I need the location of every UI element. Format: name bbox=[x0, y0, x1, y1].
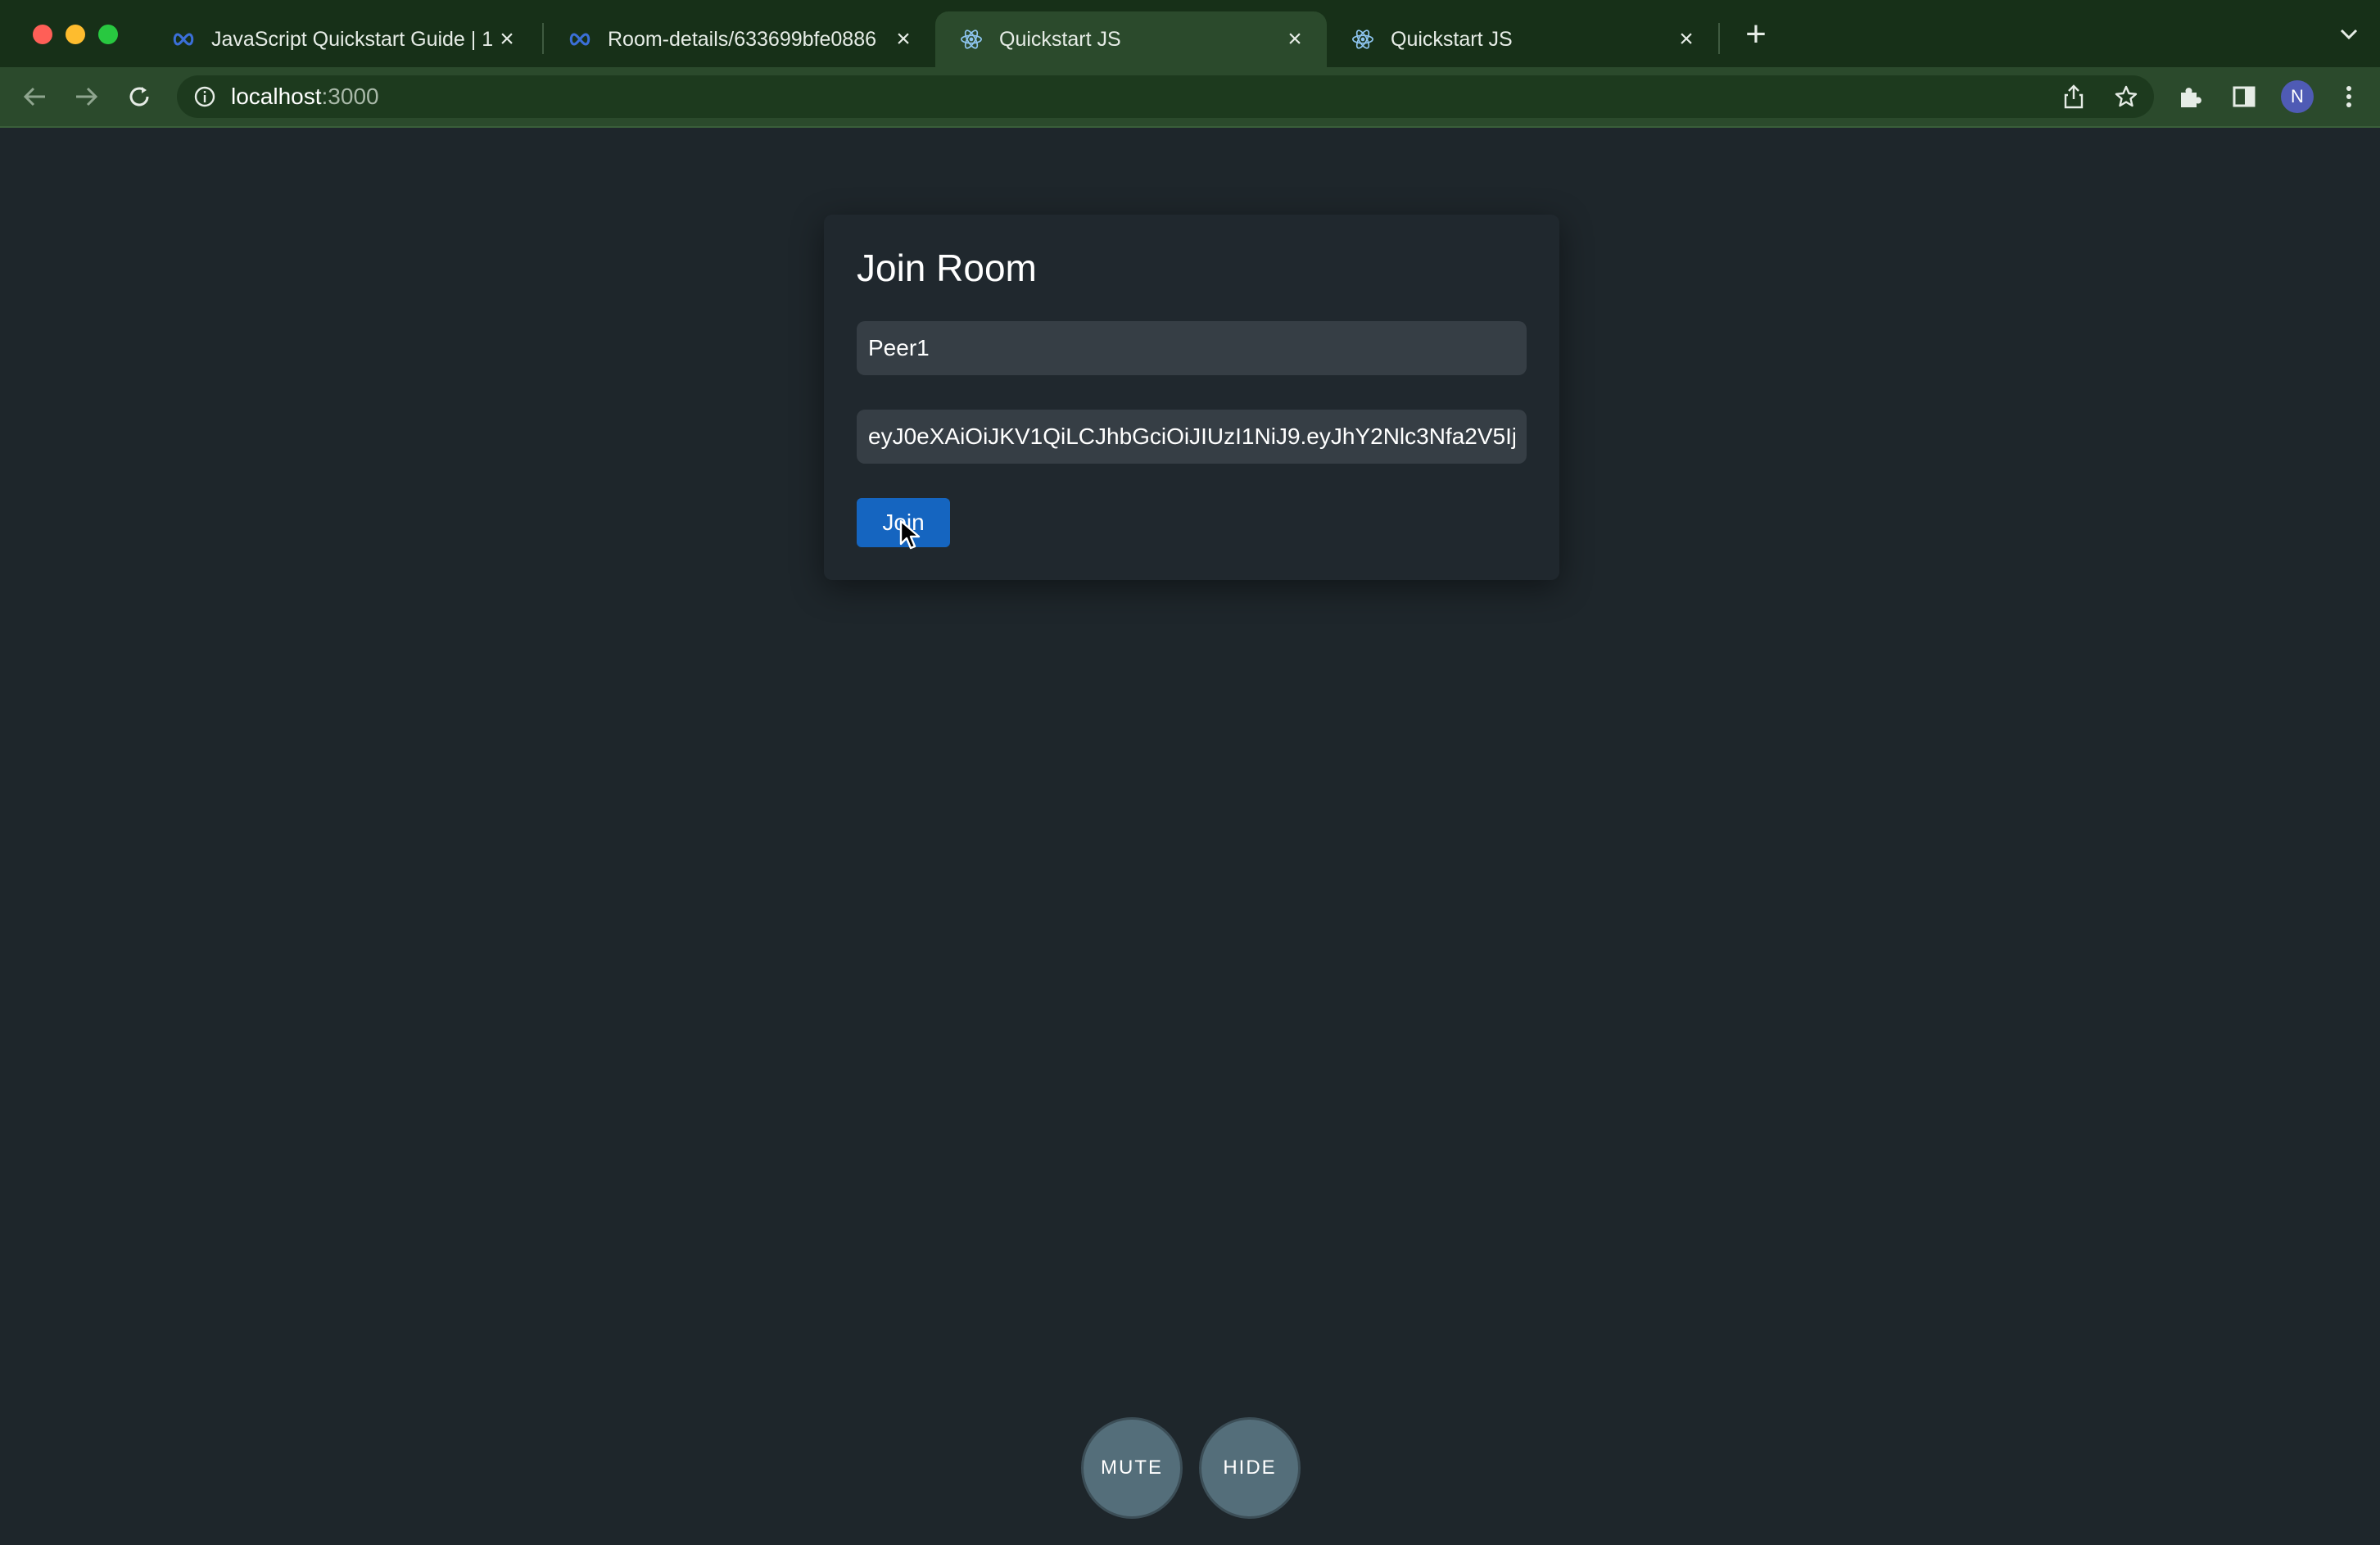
extensions-puzzle-icon[interactable] bbox=[2174, 80, 2206, 113]
new-tab-plus-icon[interactable]: + bbox=[1740, 14, 1772, 54]
browser-tab-3-active[interactable]: Quickstart JS × bbox=[935, 11, 1327, 67]
tab-title: Room-details/633699bfe0886 bbox=[608, 27, 877, 51]
back-arrow-icon[interactable] bbox=[18, 80, 51, 113]
hide-video-button[interactable]: HIDE bbox=[1199, 1417, 1301, 1519]
tab-title: JavaScript Quickstart Guide | 1 bbox=[211, 27, 494, 51]
bookmark-star-icon[interactable] bbox=[2113, 84, 2139, 110]
name-input[interactable] bbox=[857, 321, 1527, 375]
close-tab-icon[interactable]: × bbox=[495, 25, 519, 52]
browser-tab-1[interactable]: JavaScript Quickstart Guide | 1 × bbox=[147, 11, 539, 67]
url-port: :3000 bbox=[321, 84, 379, 109]
auth-token-input[interactable] bbox=[857, 410, 1527, 464]
tab-separator bbox=[1718, 23, 1720, 54]
tab-title: Quickstart JS bbox=[1391, 27, 1513, 51]
window-zoom-button[interactable] bbox=[98, 25, 118, 44]
window-close-button[interactable] bbox=[33, 25, 52, 44]
window-minimize-button[interactable] bbox=[66, 25, 85, 44]
join-room-title: Join Room bbox=[857, 247, 1037, 289]
join-room-card: Join Room Join bbox=[824, 215, 1559, 580]
url-host: localhost bbox=[231, 84, 322, 109]
address-url: localhost:3000 bbox=[231, 84, 379, 110]
close-tab-icon[interactable]: × bbox=[891, 25, 916, 52]
browser-menu-kebab-icon[interactable] bbox=[2332, 80, 2365, 113]
address-bar[interactable]: localhost:3000 bbox=[177, 75, 2154, 118]
close-tab-icon[interactable]: × bbox=[1674, 25, 1699, 52]
reload-icon[interactable] bbox=[123, 80, 156, 113]
hms-infinity-icon bbox=[172, 28, 195, 51]
browser-tabstrip: JavaScript Quickstart Guide | 1 × Room-d… bbox=[0, 0, 2380, 67]
forward-arrow-icon[interactable] bbox=[70, 80, 103, 113]
browser-toolbar: localhost:3000 N bbox=[0, 67, 2380, 128]
mouse-pointer-icon bbox=[899, 519, 922, 552]
react-atom-icon bbox=[1351, 28, 1374, 51]
site-info-icon[interactable] bbox=[193, 85, 216, 108]
browser-tab-4[interactable]: Quickstart JS × bbox=[1327, 11, 1718, 67]
react-atom-icon bbox=[960, 28, 983, 51]
mute-button[interactable]: MUTE bbox=[1081, 1417, 1183, 1519]
hms-infinity-icon bbox=[568, 28, 591, 51]
close-tab-icon[interactable]: × bbox=[1283, 25, 1307, 52]
tab-title: Quickstart JS bbox=[999, 27, 1121, 51]
share-icon[interactable] bbox=[2061, 84, 2087, 110]
profile-avatar[interactable]: N bbox=[2281, 80, 2314, 113]
side-panel-icon[interactable] bbox=[2228, 80, 2260, 113]
tab-search-chevron-icon[interactable] bbox=[2336, 21, 2362, 48]
browser-tab-2[interactable]: Room-details/633699bfe0886 × bbox=[544, 11, 935, 67]
